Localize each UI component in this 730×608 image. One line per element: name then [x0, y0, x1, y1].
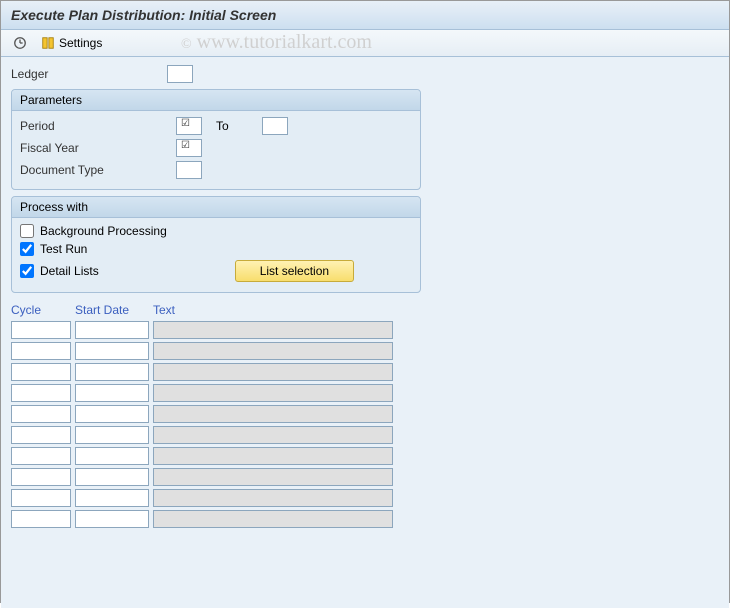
- text-input[interactable]: [153, 489, 393, 507]
- fiscal-year-row: Fiscal Year ☑: [20, 139, 412, 157]
- toolbar: Settings: [1, 30, 729, 57]
- col-header-text: Text: [153, 303, 411, 317]
- period-label: Period: [20, 119, 170, 133]
- ledger-input[interactable]: [167, 65, 193, 83]
- ledger-label: Ledger: [11, 67, 161, 81]
- to-label: To: [216, 119, 256, 133]
- text-input[interactable]: [153, 510, 393, 528]
- background-processing-checkbox[interactable]: [20, 224, 34, 238]
- period-row: Period ☑ To: [20, 117, 412, 135]
- parameters-group-title: Parameters: [12, 90, 420, 111]
- execute-button[interactable]: [9, 34, 31, 52]
- parameters-group: Parameters Period ☑ To Fiscal Year ☑ Doc…: [11, 89, 421, 190]
- text-input[interactable]: [153, 321, 393, 339]
- ledger-row: Ledger: [11, 65, 719, 83]
- text-input[interactable]: [153, 468, 393, 486]
- start-date-input[interactable]: [75, 384, 149, 402]
- settings-button[interactable]: Settings: [37, 34, 106, 52]
- cycle-input[interactable]: [11, 510, 71, 528]
- table-row: [11, 489, 411, 507]
- list-selection-button[interactable]: List selection: [235, 260, 354, 282]
- text-input[interactable]: [153, 405, 393, 423]
- process-with-group: Process with Background Processing Test …: [11, 196, 421, 293]
- text-input[interactable]: [153, 384, 393, 402]
- test-run-label: Test Run: [40, 242, 87, 256]
- clock-execute-icon: [13, 36, 27, 50]
- process-with-title: Process with: [12, 197, 420, 218]
- table-header-row: Cycle Start Date Text: [11, 303, 411, 317]
- detail-lists-row: Detail Lists List selection: [20, 260, 412, 282]
- cycle-input[interactable]: [11, 489, 71, 507]
- start-date-input[interactable]: [75, 489, 149, 507]
- settings-label: Settings: [59, 36, 102, 50]
- start-date-input[interactable]: [75, 321, 149, 339]
- cycle-input[interactable]: [11, 405, 71, 423]
- start-date-input[interactable]: [75, 405, 149, 423]
- col-header-start-date: Start Date: [75, 303, 149, 317]
- text-input[interactable]: [153, 426, 393, 444]
- text-input[interactable]: [153, 447, 393, 465]
- period-input[interactable]: [176, 117, 202, 135]
- cycle-input[interactable]: [11, 384, 71, 402]
- text-input[interactable]: [153, 342, 393, 360]
- cycle-input[interactable]: [11, 468, 71, 486]
- table-row: [11, 510, 411, 528]
- test-run-row: Test Run: [20, 242, 412, 256]
- table-row: [11, 405, 411, 423]
- cycle-input[interactable]: [11, 342, 71, 360]
- start-date-input[interactable]: [75, 447, 149, 465]
- cycle-input[interactable]: [11, 321, 71, 339]
- test-run-checkbox[interactable]: [20, 242, 34, 256]
- background-processing-row: Background Processing: [20, 224, 412, 238]
- content-area: Ledger Parameters Period ☑ To Fiscal Yea…: [1, 57, 729, 608]
- detail-lists-checkbox[interactable]: [20, 264, 34, 278]
- table-row: [11, 384, 411, 402]
- fiscal-year-input[interactable]: [176, 139, 202, 157]
- background-processing-label: Background Processing: [40, 224, 167, 238]
- table-row: [11, 363, 411, 381]
- text-input[interactable]: [153, 363, 393, 381]
- start-date-input[interactable]: [75, 468, 149, 486]
- document-type-label: Document Type: [20, 163, 170, 177]
- table-row: [11, 447, 411, 465]
- col-header-cycle: Cycle: [11, 303, 71, 317]
- start-date-input[interactable]: [75, 510, 149, 528]
- cycle-input[interactable]: [11, 447, 71, 465]
- cycle-input[interactable]: [11, 426, 71, 444]
- period-to-input[interactable]: [262, 117, 288, 135]
- document-type-input[interactable]: [176, 161, 202, 179]
- settings-icon: [41, 36, 55, 50]
- page-title: Execute Plan Distribution: Initial Scree…: [1, 1, 729, 30]
- table-row: [11, 321, 411, 339]
- fiscal-year-label: Fiscal Year: [20, 141, 170, 155]
- document-type-row: Document Type: [20, 161, 412, 179]
- start-date-input[interactable]: [75, 426, 149, 444]
- detail-lists-label: Detail Lists: [40, 264, 99, 278]
- start-date-input[interactable]: [75, 342, 149, 360]
- table-row: [11, 342, 411, 360]
- table-row: [11, 468, 411, 486]
- start-date-input[interactable]: [75, 363, 149, 381]
- cycle-input[interactable]: [11, 363, 71, 381]
- cycle-table: Cycle Start Date Text: [11, 303, 411, 528]
- table-row: [11, 426, 411, 444]
